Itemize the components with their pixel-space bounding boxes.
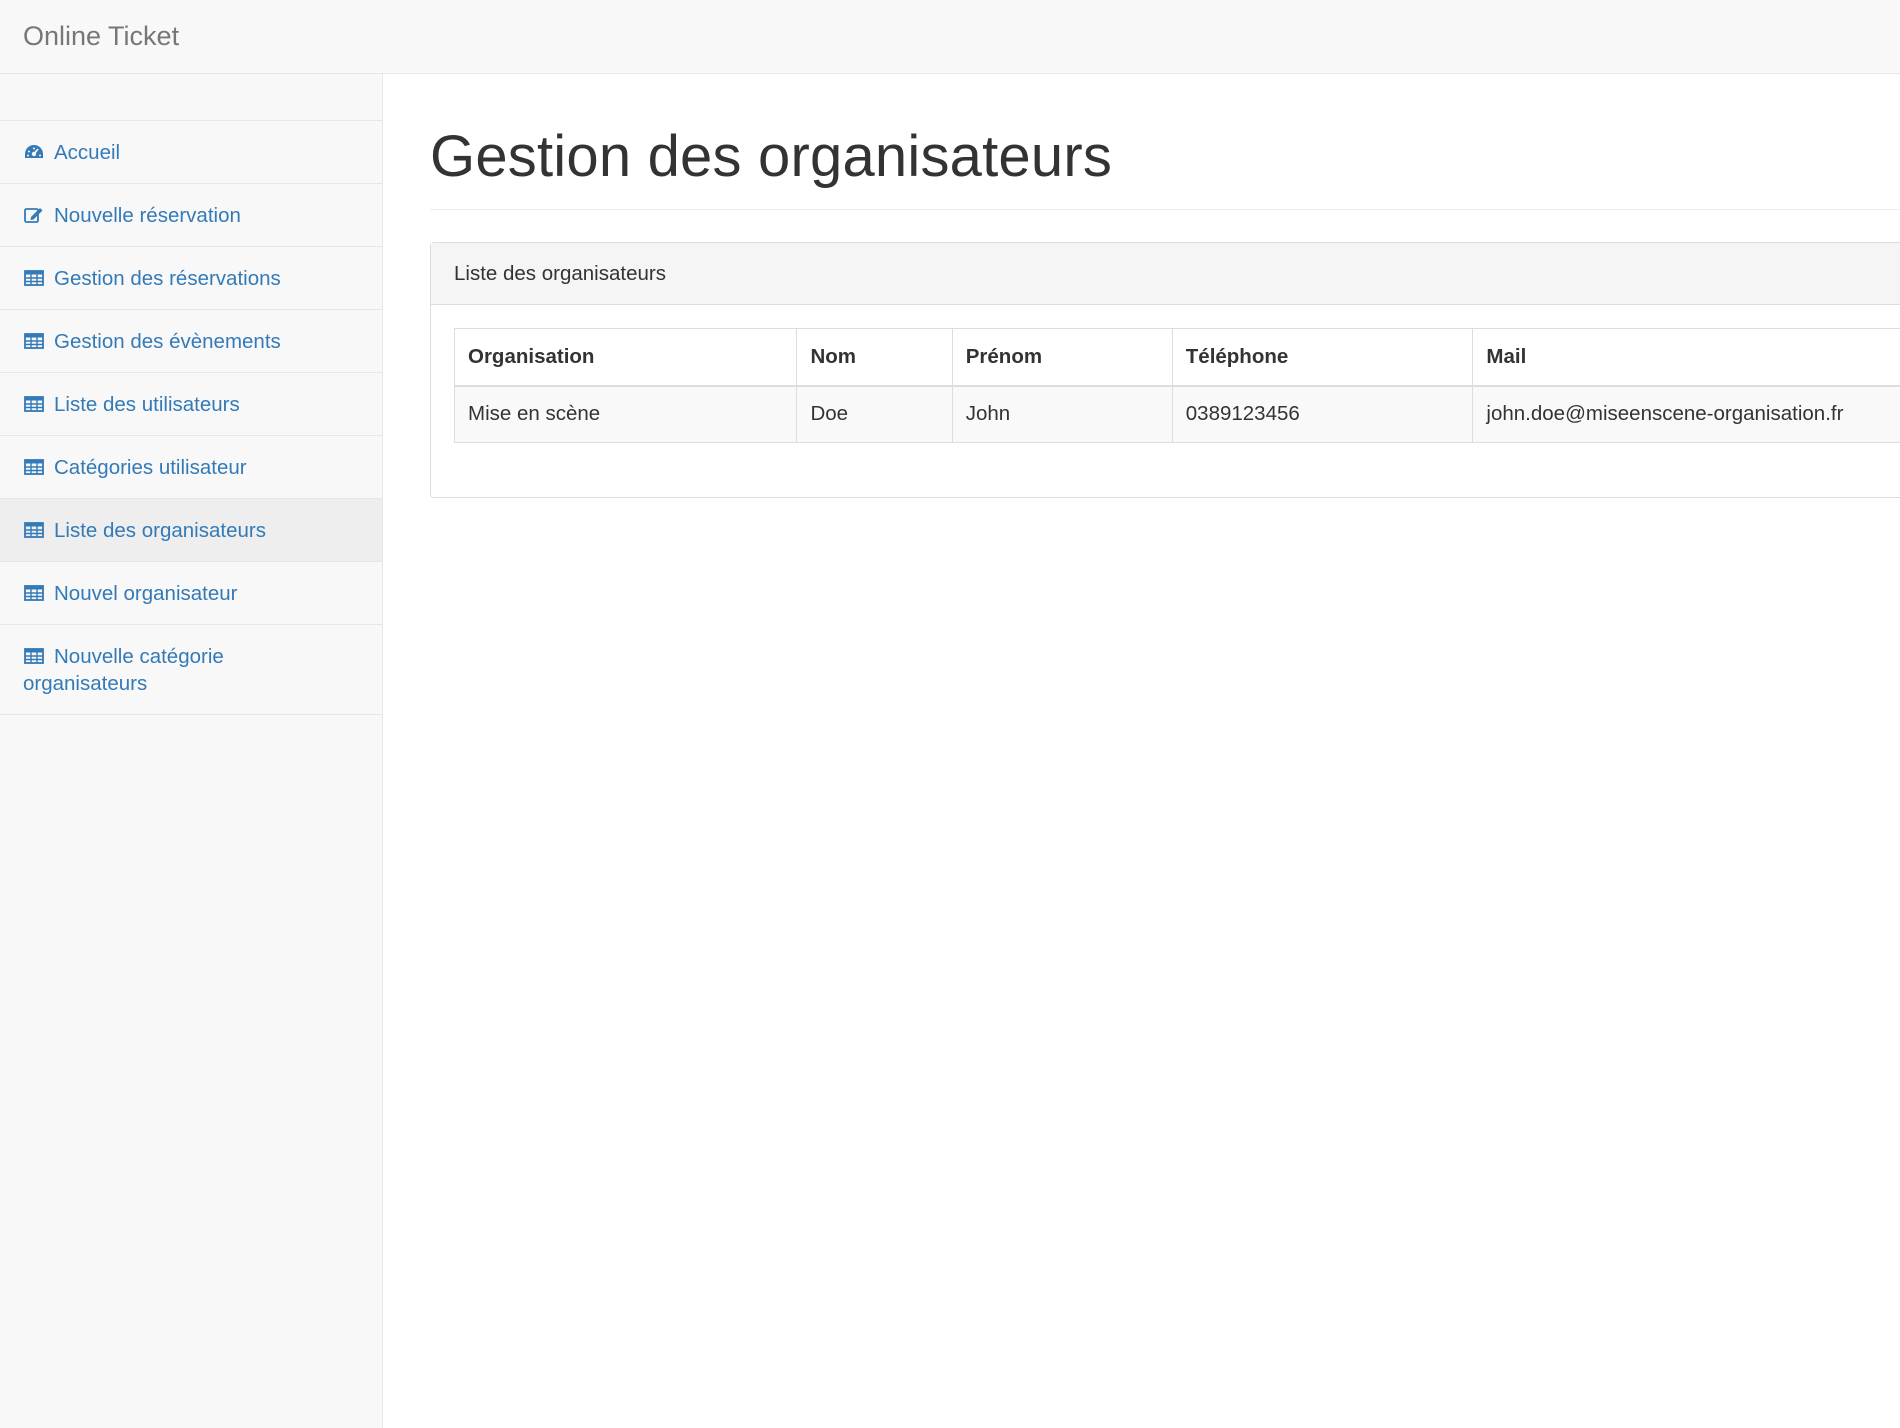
brand-link[interactable]: Online Ticket (23, 19, 179, 53)
sidebar-item-label: Nouvel organisateur (54, 582, 238, 605)
sidebar-item-accueil[interactable]: Accueil (0, 121, 382, 184)
column-header-nom[interactable]: Nom (796, 328, 953, 387)
sidebar-item-label: Liste des utilisateurs (54, 393, 240, 416)
table-icon (23, 395, 45, 413)
table-icon (23, 584, 45, 602)
table-icon (23, 521, 45, 539)
sidebar-item-label: Gestion des réservations (54, 267, 281, 290)
top-navbar: Online Ticket (0, 0, 1900, 74)
sidebar: Accueil Nouvelle réservation Gestion des… (0, 74, 383, 1428)
cell-mail: john.doe@miseenscene-organisation.fr (1472, 385, 1900, 443)
dashboard-icon (23, 143, 45, 161)
table-icon (23, 269, 45, 287)
column-header-mail[interactable]: Mail (1472, 328, 1900, 387)
table-icon (23, 332, 45, 350)
sidebar-item-liste-organisateurs[interactable]: Liste des organisateurs (0, 499, 382, 562)
sidebar-item-gestion-reservations[interactable]: Gestion des réservations (0, 247, 382, 310)
sidebar-item-label: Accueil (54, 141, 121, 164)
organizers-panel: Liste des organisateurs Organisation Nom… (430, 242, 1900, 498)
main-content: Gestion des organisateurs Liste des orga… (384, 74, 1900, 1428)
page-header: Gestion des organisateurs (430, 124, 1900, 210)
cell-nom: Doe (796, 385, 953, 443)
cell-prenom: John (951, 385, 1173, 443)
sidebar-item-label: Nouvelle catégorie organisateurs (23, 645, 224, 695)
sidebar-item-nouvel-organisateur[interactable]: Nouvel organisateur (0, 562, 382, 625)
column-header-telephone[interactable]: Téléphone (1171, 328, 1474, 387)
organizers-table: Organisation Nom Prénom Téléphone Mail M… (453, 328, 1900, 443)
table-icon (23, 647, 45, 665)
sidebar-item-label: Gestion des évènements (54, 330, 281, 353)
sidebar-item-liste-utilisateurs[interactable]: Liste des utilisateurs (0, 373, 382, 436)
cell-organisation: Mise en scène (453, 385, 798, 443)
cell-telephone: 0389123456 (1171, 385, 1474, 443)
sidebar-item-categories-utilisateur[interactable]: Catégories utilisateur (0, 436, 382, 499)
sidebar-top-spacer (0, 74, 382, 121)
table-header-row: Organisation Nom Prénom Téléphone Mail (453, 328, 1900, 387)
panel-body: Organisation Nom Prénom Téléphone Mail M… (431, 305, 1900, 443)
sidebar-item-gestion-evenements[interactable]: Gestion des évènements (0, 310, 382, 373)
table-row[interactable]: Mise en scène Doe John 0389123456 john.d… (453, 385, 1900, 443)
edit-icon (23, 206, 45, 224)
sidebar-item-nouvelle-reservation[interactable]: Nouvelle réservation (0, 184, 382, 247)
sidebar-item-label: Nouvelle réservation (54, 204, 241, 227)
column-header-prenom[interactable]: Prénom (951, 328, 1173, 387)
page-title: Gestion des organisateurs (430, 124, 1113, 189)
table-icon (23, 458, 45, 476)
column-header-organisation[interactable]: Organisation (453, 328, 798, 387)
sidebar-item-label: Liste des organisateurs (54, 519, 266, 542)
panel-heading: Liste des organisateurs (431, 243, 1900, 305)
sidebar-item-label: Catégories utilisateur (54, 456, 247, 479)
sidebar-item-nouvelle-categorie-organisateurs[interactable]: Nouvelle catégorie organisateurs (0, 625, 382, 715)
